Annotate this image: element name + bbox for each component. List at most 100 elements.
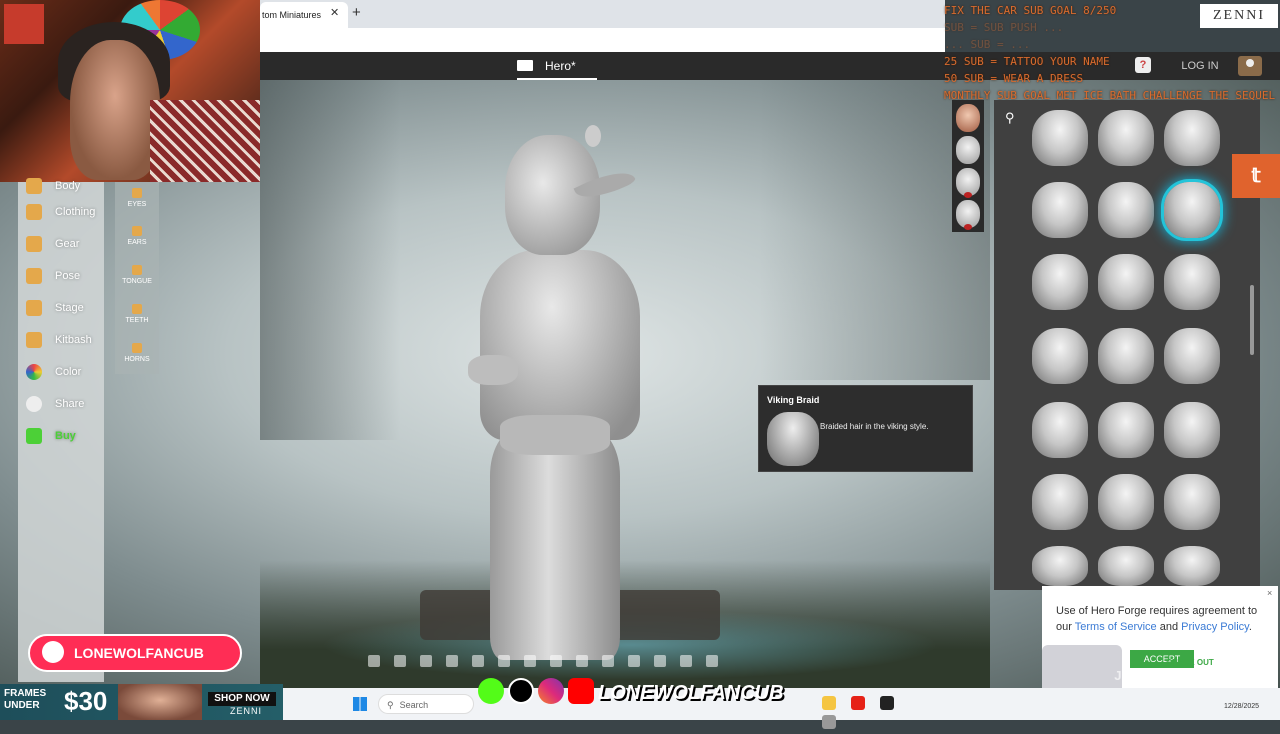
scene-cliff-left	[260, 80, 400, 440]
subnav-teeth[interactable]: TEETH	[115, 298, 159, 336]
goal-line: SUB = SUB PUSH ...	[944, 21, 1064, 34]
privacy-link[interactable]: Privacy Policy	[1181, 621, 1249, 633]
terms-link[interactable]: Terms of Service	[1075, 621, 1157, 633]
face-preset[interactable]	[956, 200, 980, 230]
subnav-label: EYES	[127, 201, 147, 208]
hair-option[interactable]	[1032, 546, 1088, 586]
hair-option[interactable]	[1164, 474, 1220, 530]
hair-option[interactable]	[1032, 110, 1088, 166]
new-tab-button[interactable]: +	[352, 4, 368, 22]
close-icon[interactable]: ×	[1267, 588, 1277, 598]
nav-item-color[interactable]: Color	[18, 358, 104, 386]
hair-option[interactable]	[1098, 182, 1154, 238]
hair-option[interactable]	[1032, 254, 1088, 310]
hair-option[interactable]	[1098, 474, 1154, 530]
shirt-icon	[26, 204, 42, 220]
hair-option[interactable]	[1098, 328, 1154, 384]
heroforge-logo-icon[interactable]: 𝕥	[1232, 154, 1280, 198]
nav-item-body[interactable]: Body	[18, 172, 104, 200]
mail-icon[interactable]	[576, 655, 588, 667]
hair-option[interactable]	[1164, 110, 1220, 166]
figure-torso[interactable]	[480, 250, 640, 440]
hair-option[interactable]	[1098, 402, 1154, 458]
hair-option[interactable]	[1164, 254, 1220, 310]
nav-label: Kitbash	[55, 334, 92, 346]
figure-hair-bun	[585, 125, 601, 147]
folder-icon[interactable]	[822, 696, 836, 710]
hair-option[interactable]	[1032, 474, 1088, 530]
gift-icon[interactable]	[680, 655, 692, 667]
main-category-nav: Body Clothing Gear Pose Stage Kitbash Co…	[18, 178, 104, 682]
instagram-icon[interactable]	[420, 655, 432, 667]
sun-icon[interactable]	[602, 655, 614, 667]
youtube-icon[interactable]	[851, 696, 865, 710]
hair-option[interactable]	[1164, 328, 1220, 384]
ad-line1: FRAMES	[4, 688, 47, 699]
hair-option[interactable]	[1032, 182, 1088, 238]
project-tab[interactable]: Hero*	[517, 52, 597, 80]
hair-option-selected[interactable]	[1164, 182, 1220, 238]
tooltip-preview	[767, 412, 819, 466]
hair-option[interactable]	[1098, 110, 1154, 166]
gear-icon[interactable]	[628, 655, 640, 667]
search-icon[interactable]: ⚲	[1005, 110, 1021, 126]
nav-item-clothing[interactable]: Clothing	[18, 198, 104, 226]
nav-item-kitbash[interactable]: Kitbash	[18, 326, 104, 354]
nav-label: Stage	[55, 302, 84, 314]
windows-start-icon[interactable]	[353, 697, 367, 711]
figure-sash	[500, 415, 610, 455]
face-preset[interactable]	[956, 104, 980, 132]
tooltip-description: Braided hair in the viking style.	[820, 422, 929, 431]
figure-legs[interactable]	[490, 430, 620, 660]
nav-item-share[interactable]: Share	[18, 390, 104, 418]
kickstarter-icon[interactable]	[706, 655, 718, 667]
facebook-icon[interactable]	[368, 655, 380, 667]
hair-option[interactable]	[1098, 254, 1154, 310]
taskbar-search-label: Search	[399, 700, 429, 710]
hair-tooltip: Viking Braid Braided hair in the viking …	[758, 385, 973, 472]
subnav-ears[interactable]: EARS	[115, 220, 159, 258]
close-icon[interactable]: ✕	[330, 6, 342, 20]
hair-option[interactable]	[1032, 328, 1088, 384]
subnav-horns[interactable]: HORNS	[115, 337, 159, 375]
hair-option[interactable]	[1164, 546, 1220, 586]
subnav-label: HORNS	[124, 356, 150, 363]
streamer-shirt	[150, 100, 260, 182]
stream-goals-overlay: FIX THE CAR SUB GOAL 8/250 SUB = SUB PUS…	[942, 2, 1280, 102]
address-bar[interactable]	[260, 28, 945, 53]
ad-line2: UNDER	[4, 700, 40, 711]
panel-scrollbar[interactable]	[1250, 285, 1254, 355]
hair-grid	[1028, 110, 1228, 586]
hair-option[interactable]	[1032, 402, 1088, 458]
nav-item-stage[interactable]: Stage	[18, 294, 104, 322]
subnav-tongue[interactable]: TONGUE	[115, 259, 159, 297]
x-icon[interactable]	[394, 655, 406, 667]
weapon-icon	[26, 236, 42, 252]
share-icon[interactable]	[654, 655, 666, 667]
app-icon[interactable]	[822, 715, 836, 729]
hair-option-hovered[interactable]	[1164, 402, 1220, 458]
nav-item-buy[interactable]: Buy	[18, 422, 104, 450]
nav-item-pose[interactable]: Pose	[18, 262, 104, 290]
discord-icon[interactable]	[472, 655, 484, 667]
reddit-icon[interactable]	[498, 655, 510, 667]
taskbar-search[interactable]: ⚲ Search	[378, 694, 474, 714]
shop-now-button[interactable]: SHOP NOW	[208, 692, 276, 706]
pose-icon	[26, 268, 42, 284]
goal-line: 25 SUB = TATTOO YOUR NAME	[944, 55, 1110, 68]
hair-option[interactable]	[1098, 546, 1154, 586]
youtube-icon[interactable]	[446, 655, 458, 667]
kick-icon	[478, 678, 504, 704]
twitch-icon[interactable]	[524, 655, 536, 667]
face-preset[interactable]	[956, 136, 980, 164]
instagram-icon	[538, 678, 564, 704]
system-tray[interactable]	[1124, 696, 1224, 712]
app-icon[interactable]	[880, 696, 894, 710]
calendar-icon[interactable]	[550, 655, 562, 667]
face-preset[interactable]	[956, 168, 980, 198]
nav-item-gear[interactable]: Gear	[18, 230, 104, 258]
subnav-eyes[interactable]: EYES	[115, 182, 159, 220]
search-icon: ⚲	[387, 700, 394, 710]
subnav-label: TEETH	[125, 317, 149, 324]
stage-icon	[26, 300, 42, 316]
